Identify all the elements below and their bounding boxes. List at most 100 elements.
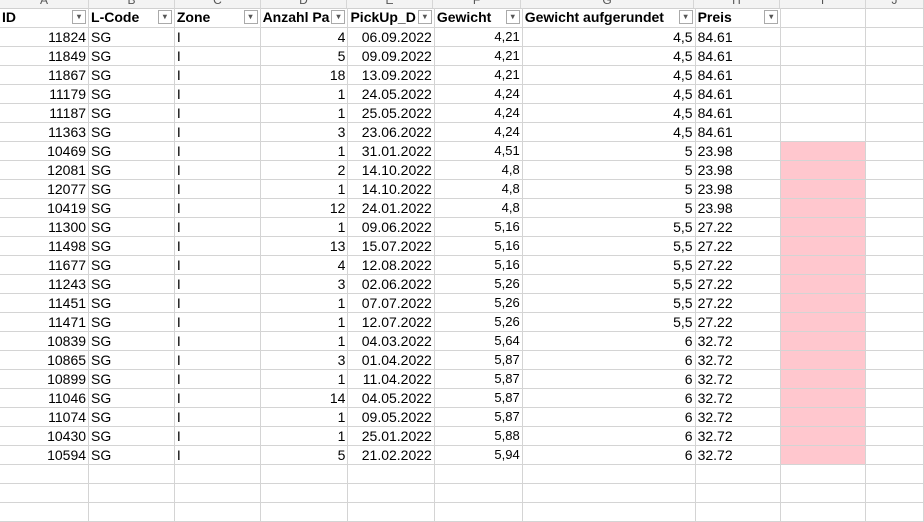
empty-cell[interactable] — [865, 502, 924, 522]
cell-anzahl[interactable]: 3 — [260, 122, 349, 142]
column-letter[interactable]: H — [694, 0, 780, 8]
cell-gewicht[interactable]: 4,8 — [434, 179, 523, 199]
cell-zone[interactable]: I — [174, 179, 261, 199]
highlight-cell[interactable] — [780, 255, 867, 275]
cell-anzahl[interactable]: 5 — [260, 445, 349, 465]
cell-id[interactable]: 11046 — [0, 388, 90, 408]
highlight-cell[interactable] — [780, 27, 867, 47]
empty-cell[interactable] — [0, 502, 90, 522]
cell-preis[interactable]: 84.61 — [695, 46, 782, 66]
empty-cell[interactable] — [865, 464, 924, 484]
column-letter[interactable]: B — [89, 0, 175, 8]
cell-anzahl[interactable]: 18 — [260, 65, 349, 85]
cell-zone[interactable]: I — [174, 388, 261, 408]
cell-gewicht-aufgerundet[interactable]: 6 — [522, 407, 696, 427]
empty-cell[interactable] — [347, 502, 435, 522]
cell-zone[interactable]: I — [174, 445, 261, 465]
cell-pickup-date[interactable]: 09.09.2022 — [347, 46, 435, 66]
cell-gewicht-aufgerundet[interactable]: 6 — [522, 369, 696, 389]
cell-gewicht-aufgerundet[interactable]: 4,5 — [522, 84, 696, 104]
cell-l-code[interactable]: SG — [88, 217, 175, 237]
cell-gewicht[interactable]: 4,21 — [434, 46, 523, 66]
empty-cell[interactable] — [88, 464, 175, 484]
cell-l-code[interactable]: SG — [88, 274, 175, 294]
cell-pickup-date[interactable]: 07.07.2022 — [347, 293, 435, 313]
empty-cell[interactable] — [780, 464, 867, 484]
cell-zone[interactable]: I — [174, 274, 261, 294]
empty-cell[interactable] — [780, 8, 867, 28]
cell-pickup-date[interactable]: 02.06.2022 — [347, 274, 435, 294]
cell-id[interactable]: 10594 — [0, 445, 90, 465]
filter-dropdown-icon[interactable]: ▾ — [243, 10, 258, 24]
empty-cell[interactable] — [780, 483, 867, 503]
cell-anzahl[interactable]: 1 — [260, 84, 349, 104]
cell-anzahl[interactable]: 1 — [260, 312, 349, 332]
cell-zone[interactable]: I — [174, 122, 261, 142]
column-header[interactable]: Preis ▾ — [695, 8, 782, 28]
empty-cell[interactable] — [865, 350, 924, 370]
cell-pickup-date[interactable]: 15.07.2022 — [347, 236, 435, 256]
cell-id[interactable]: 10899 — [0, 369, 90, 389]
cell-id[interactable]: 11187 — [0, 103, 90, 123]
cell-l-code[interactable]: SG — [88, 198, 175, 218]
cell-gewicht-aufgerundet[interactable]: 5 — [522, 179, 696, 199]
cell-gewicht-aufgerundet[interactable]: 6 — [522, 350, 696, 370]
cell-zone[interactable]: I — [174, 236, 261, 256]
cell-id[interactable]: 12081 — [0, 160, 90, 180]
cell-pickup-date[interactable]: 06.09.2022 — [347, 27, 435, 47]
cell-pickup-date[interactable]: 25.05.2022 — [347, 103, 435, 123]
cell-id[interactable]: 11451 — [0, 293, 90, 313]
highlight-cell[interactable] — [780, 141, 867, 161]
cell-gewicht[interactable]: 5,64 — [434, 331, 523, 351]
cell-gewicht-aufgerundet[interactable]: 5 — [522, 141, 696, 161]
cell-gewicht[interactable]: 5,26 — [434, 312, 523, 332]
cell-zone[interactable]: I — [174, 198, 261, 218]
filter-dropdown-icon[interactable]: ▾ — [157, 10, 172, 24]
column-letter[interactable]: E — [347, 0, 433, 8]
cell-preis[interactable]: 27.22 — [695, 293, 782, 313]
cell-gewicht[interactable]: 5,87 — [434, 350, 523, 370]
cell-gewicht[interactable]: 5,16 — [434, 236, 523, 256]
cell-l-code[interactable]: SG — [88, 122, 175, 142]
highlight-cell[interactable] — [780, 388, 867, 408]
cell-zone[interactable]: I — [174, 46, 261, 66]
cell-pickup-date[interactable]: 23.06.2022 — [347, 122, 435, 142]
column-header[interactable]: Gewicht ▾ — [434, 8, 523, 28]
empty-cell[interactable] — [865, 331, 924, 351]
cell-l-code[interactable]: SG — [88, 426, 175, 446]
cell-gewicht-aufgerundet[interactable]: 5,5 — [522, 255, 696, 275]
cell-preis[interactable]: 23.98 — [695, 179, 782, 199]
empty-cell[interactable] — [865, 217, 924, 237]
empty-cell[interactable] — [434, 502, 523, 522]
cell-zone[interactable]: I — [174, 350, 261, 370]
cell-l-code[interactable]: SG — [88, 331, 175, 351]
cell-zone[interactable]: I — [174, 426, 261, 446]
empty-cell[interactable] — [865, 426, 924, 446]
cell-gewicht[interactable]: 5,16 — [434, 255, 523, 275]
cell-gewicht-aufgerundet[interactable]: 5,5 — [522, 312, 696, 332]
cell-gewicht[interactable]: 5,16 — [434, 217, 523, 237]
empty-cell[interactable] — [88, 483, 175, 503]
cell-preis[interactable]: 32.72 — [695, 407, 782, 427]
cell-gewicht[interactable]: 4,24 — [434, 122, 523, 142]
cell-preis[interactable]: 84.61 — [695, 27, 782, 47]
column-header[interactable]: Gewicht aufgerundet ▾ — [522, 8, 696, 28]
empty-cell[interactable] — [695, 483, 782, 503]
highlight-cell[interactable] — [780, 331, 867, 351]
filter-dropdown-icon[interactable]: ▾ — [331, 10, 346, 24]
cell-anzahl[interactable]: 14 — [260, 388, 349, 408]
column-letter[interactable]: F — [433, 0, 521, 8]
empty-cell[interactable] — [865, 103, 924, 123]
cell-pickup-date[interactable]: 01.04.2022 — [347, 350, 435, 370]
cell-anzahl[interactable]: 1 — [260, 179, 349, 199]
highlight-cell[interactable] — [780, 236, 867, 256]
empty-cell[interactable] — [865, 160, 924, 180]
cell-id[interactable]: 11074 — [0, 407, 90, 427]
empty-cell[interactable] — [174, 464, 261, 484]
cell-anzahl[interactable]: 4 — [260, 255, 349, 275]
empty-cell[interactable] — [260, 483, 349, 503]
cell-id[interactable]: 10419 — [0, 198, 90, 218]
cell-gewicht[interactable]: 4,8 — [434, 160, 523, 180]
highlight-cell[interactable] — [780, 198, 867, 218]
filter-dropdown-icon[interactable]: ▾ — [417, 10, 432, 24]
